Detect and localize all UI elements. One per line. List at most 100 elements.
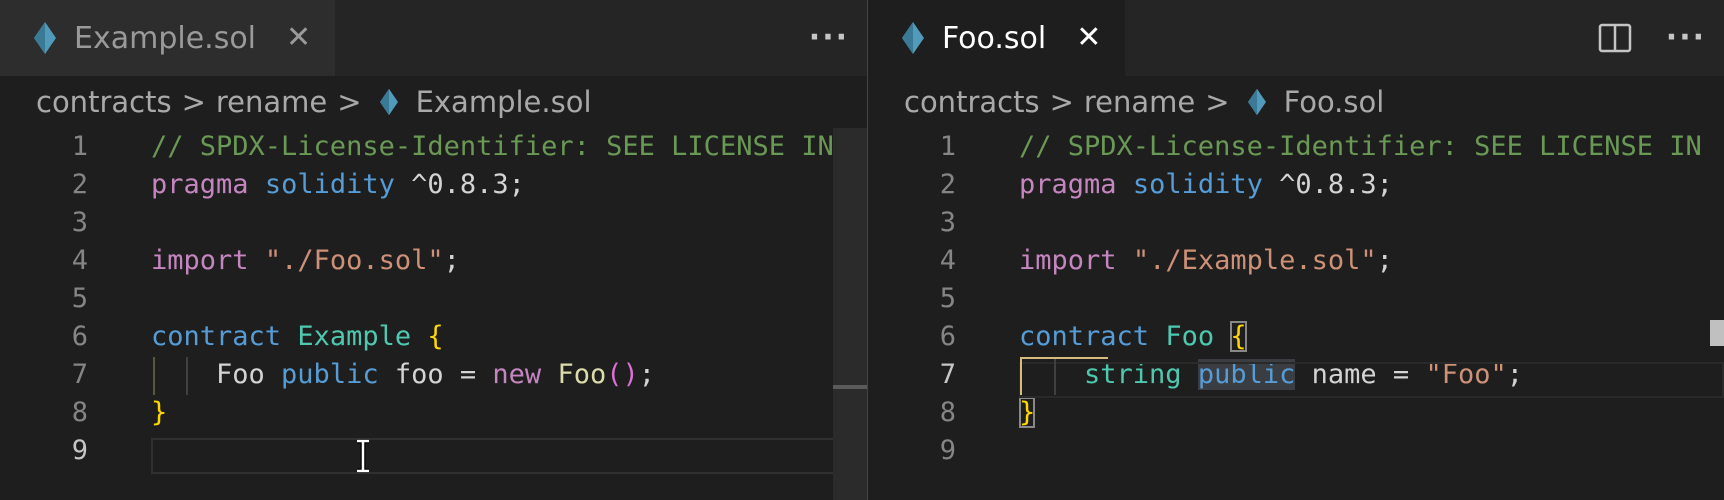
code-token: contract: [1019, 321, 1150, 352]
code-token: Example: [297, 321, 412, 352]
tab-bar-left: Example.sol ✕ ···: [0, 0, 867, 76]
code-token: import: [151, 245, 249, 276]
text-cursor-icon: [357, 439, 369, 473]
code-text: pragma solidity ^0.8.3;: [1019, 166, 1393, 204]
more-actions-icon[interactable]: ···: [1666, 23, 1706, 53]
code-line[interactable]: 4 import "./Example.sol";: [868, 242, 1724, 280]
breadcrumb-item-file[interactable]: Foo.sol: [1284, 85, 1385, 119]
line-number: 7: [71, 359, 88, 390]
breadcrumb-item-rename[interactable]: rename: [1084, 85, 1195, 119]
code-token: pragma: [151, 169, 249, 200]
line-number: 6: [939, 321, 956, 352]
code-token: {: [427, 321, 444, 352]
code-token: ;: [638, 359, 655, 390]
line-number: 2: [71, 169, 88, 200]
line-number: 1: [939, 131, 956, 162]
code-token: Foo: [1165, 321, 1215, 352]
code-line[interactable]: 2 pragma solidity ^0.8.3;: [0, 166, 867, 204]
code-token: ;: [443, 245, 460, 276]
line-number: 1: [71, 131, 88, 162]
indent-guide: [1054, 357, 1056, 395]
code-text: import "./Example.sol";: [1019, 242, 1393, 280]
code-line[interactable]: 7 Foo public foo = new Foo();: [0, 356, 867, 394]
code-text: contract Foo {: [1019, 318, 1247, 356]
code-token: "./Example.sol": [1132, 245, 1377, 276]
solidity-file-icon: [379, 88, 398, 116]
close-icon[interactable]: ✕: [1076, 23, 1101, 53]
code-token: foo =: [378, 359, 493, 390]
code-token: {: [1230, 321, 1247, 352]
breadcrumb: contracts > rename > Example.sol: [0, 76, 867, 128]
line-number: 6: [71, 321, 88, 352]
line-number: 5: [939, 283, 956, 314]
code-line[interactable]: 3: [0, 204, 867, 242]
code-line[interactable]: 2 pragma solidity ^0.8.3;: [868, 166, 1724, 204]
indent-guide: [153, 357, 155, 395]
code-line[interactable]: 6 contract Foo {: [868, 318, 1724, 356]
scrollbar-thumb[interactable]: [833, 385, 867, 389]
code-line[interactable]: 1 // SPDX-License-Identifier: SEE LICENSE…: [868, 128, 1724, 166]
breadcrumb: contracts > rename > Foo.sol: [868, 76, 1724, 128]
tab-label: Foo.sol: [942, 20, 1047, 56]
code-line[interactable]: 1 // SPDX-License-Identifier: SEE LICENSE…: [0, 128, 867, 166]
tab-example-sol[interactable]: Example.sol ✕: [0, 0, 336, 76]
vertical-scrollbar[interactable]: [833, 128, 867, 500]
current-line-highlight: [1019, 362, 1724, 398]
editor-group-left: Example.sol ✕ ··· contracts > rename > E…: [0, 0, 867, 500]
chevron-right-icon: >: [181, 85, 206, 119]
code-line[interactable]: 5: [0, 280, 867, 318]
more-actions-icon[interactable]: ···: [809, 23, 849, 53]
code-line[interactable]: 6 contract Example {: [0, 318, 867, 356]
code-text: }: [1019, 394, 1036, 432]
breadcrumb-item-file[interactable]: Example.sol: [416, 85, 592, 119]
split-editor-icon[interactable]: [1598, 23, 1632, 53]
code-line[interactable]: 8}: [868, 394, 1724, 432]
close-icon[interactable]: ✕: [286, 23, 311, 53]
tab-foo-sol[interactable]: Foo.sol ✕: [868, 0, 1126, 76]
breadcrumb-item-contracts[interactable]: contracts: [904, 85, 1040, 119]
code-text: }: [151, 394, 167, 432]
code-token: Foo: [557, 359, 607, 390]
code-text: pragma solidity ^0.8.3;: [151, 166, 525, 204]
overview-ruler-mark: [1710, 320, 1724, 346]
code-token: Foo: [151, 359, 282, 390]
code-line[interactable]: 5: [868, 280, 1724, 318]
code-line[interactable]: 9: [868, 432, 1724, 470]
code-token: pragma: [1019, 169, 1117, 200]
line-number: 4: [939, 245, 956, 276]
solidity-file-icon: [34, 22, 56, 54]
code-line[interactable]: 4 import "./Foo.sol";: [0, 242, 867, 280]
line-number: 4: [71, 245, 88, 276]
breadcrumb-item-rename[interactable]: rename: [216, 85, 327, 119]
chevron-right-icon: >: [337, 85, 362, 119]
code-editor[interactable]: 9 8} 7 string public name = "Foo"; 6 contrac…: [868, 128, 1724, 500]
breadcrumb-item-contracts[interactable]: contracts: [36, 85, 172, 119]
code-text: // SPDX-License-Identifier: SEE LICENSE …: [151, 128, 834, 166]
line-number: 5: [71, 283, 88, 314]
code-token: }: [1019, 397, 1036, 428]
code-token: }: [151, 397, 168, 428]
chevron-right-icon: >: [1049, 85, 1074, 119]
editor-group-right: Foo.sol ✕ ··· contracts > rename > Foo.s…: [868, 0, 1724, 500]
code-token: solidity: [264, 169, 395, 200]
line-number: 7: [939, 359, 956, 390]
code-token: solidity: [1132, 169, 1263, 200]
code-line[interactable]: 3: [868, 204, 1724, 242]
code-token: contract: [151, 321, 282, 352]
line-number: 2: [939, 169, 956, 200]
code-editor[interactable]: 9 8} 7 Foo public foo = new Foo(); 6 contrac…: [0, 128, 867, 500]
code-line[interactable]: 8}: [0, 394, 867, 432]
line-number: 3: [939, 207, 956, 238]
line-number: 8: [939, 397, 956, 428]
line-number: 3: [71, 207, 88, 238]
code-text: import "./Foo.sol";: [151, 242, 460, 280]
code-token: (): [606, 359, 639, 390]
